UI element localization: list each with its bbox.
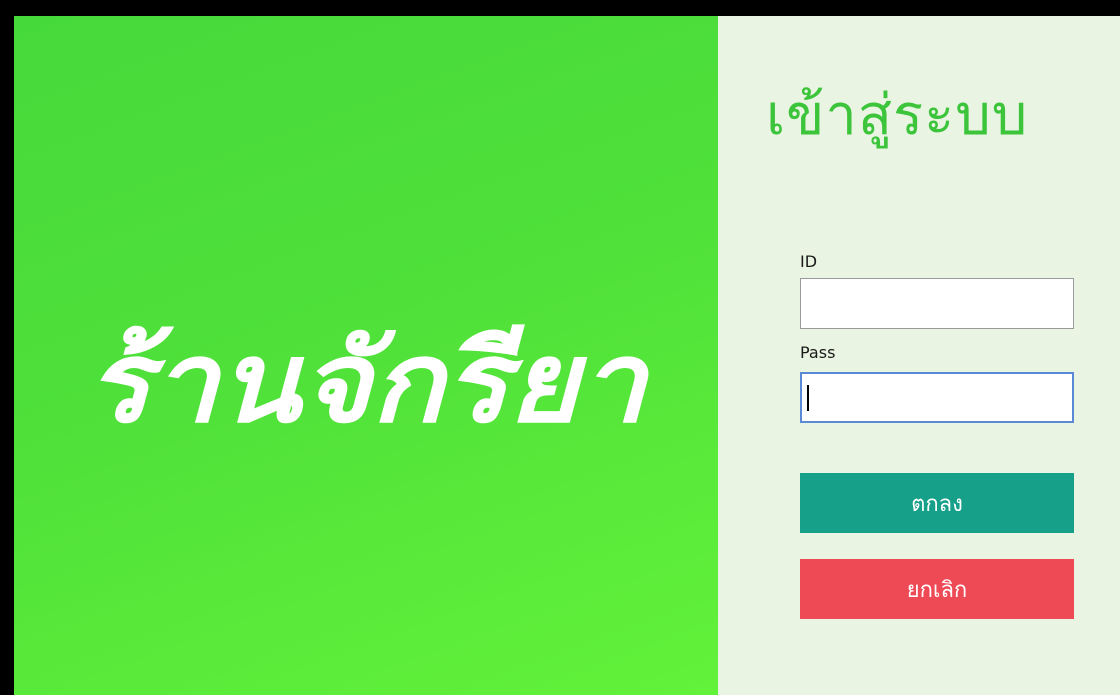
login-panel: เข้าสู่ระบบ ID Pass ตกลง ยกเลิก	[718, 16, 1120, 695]
brand-logo: ร้านจักรียา	[86, 317, 650, 448]
ok-button[interactable]: ตกลง	[800, 473, 1074, 533]
text-caret	[807, 385, 809, 411]
page-title: เข้าสู่ระบบ	[766, 83, 1029, 148]
id-label: ID	[800, 252, 818, 271]
cancel-button[interactable]: ยกเลิก	[800, 559, 1074, 619]
id-field[interactable]	[800, 278, 1074, 329]
window-content: ร้านจักรียา เข้าสู่ระบบ ID Pass ตกลง ยกเ…	[14, 16, 1120, 695]
pass-label: Pass	[800, 343, 836, 362]
brand-panel: ร้านจักรียา	[14, 16, 718, 695]
login-window: ร้านจักรียา เข้าสู่ระบบ ID Pass ตกลง ยกเ…	[0, 0, 1120, 695]
password-field[interactable]	[800, 372, 1074, 423]
brand-logo-text: ร้านจักรียา	[86, 317, 650, 448]
